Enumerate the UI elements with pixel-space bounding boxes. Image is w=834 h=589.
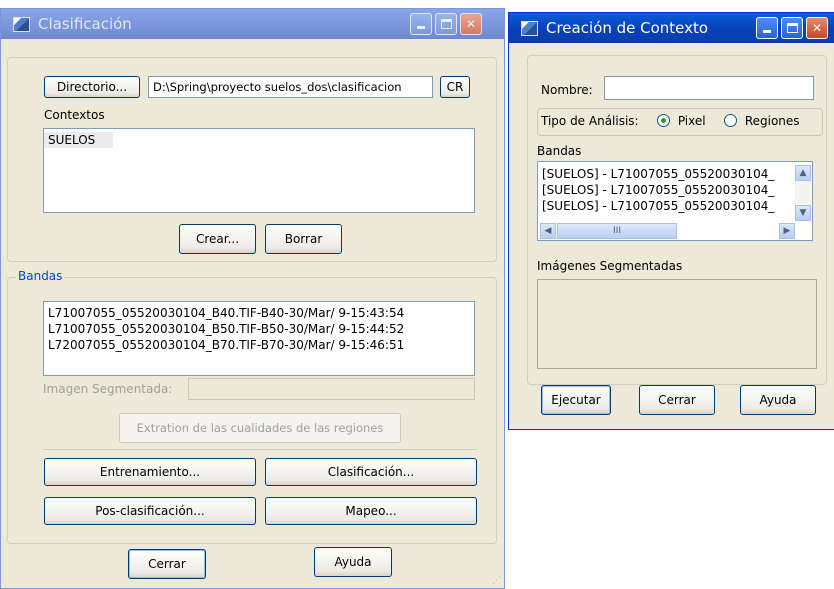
maximize-button[interactable] <box>435 13 457 35</box>
segmented-images-list[interactable] <box>537 279 817 369</box>
contexts-label: Contextos <box>44 108 105 122</box>
close-button[interactable]: Cerrar <box>639 385 715 415</box>
list-item[interactable]: L71007055_05520030104_B40.TIF-B40-30/Mar… <box>44 305 474 321</box>
chevron-up-icon: ▲ <box>799 168 807 178</box>
chevron-left-icon: ◀ <box>544 226 552 236</box>
radio-selected-icon <box>657 114 670 127</box>
close-icon: ✕ <box>465 17 477 31</box>
window-title: Clasificación <box>38 15 132 33</box>
list-item[interactable]: L71007055_05520030104_B50.TIF-B50-30/Mar… <box>44 321 474 337</box>
segmented-images-label: Imágenes Segmentadas <box>537 259 683 273</box>
radio-pixel[interactable]: Pixel <box>657 114 706 128</box>
scroll-right-button[interactable]: ▶ <box>779 223 795 239</box>
list-item[interactable]: [SUELOS] - L71007055_05520030104_ <box>538 198 812 214</box>
minimize-icon <box>417 26 425 29</box>
create-button[interactable]: Crear... <box>179 224 256 254</box>
delete-button[interactable]: Borrar <box>265 224 342 254</box>
directory-button[interactable]: Directorio... <box>44 76 140 98</box>
app-icon <box>13 16 30 32</box>
app-icon <box>521 20 538 36</box>
minimize-button[interactable] <box>756 17 778 39</box>
directory-path-field[interactable]: D:\Spring\proyecto suelos_dos\clasificac… <box>148 76 433 98</box>
maximize-icon <box>786 23 798 33</box>
scroll-down-button[interactable]: ▼ <box>795 205 811 221</box>
close-window-button[interactable]: ✕ <box>806 17 828 39</box>
vertical-scrollbar-track[interactable] <box>795 181 811 205</box>
maximize-icon <box>440 19 452 29</box>
analysis-type-label: Tipo de Análisis: <box>541 114 639 128</box>
minimize-icon <box>763 30 771 33</box>
close-window-button[interactable]: ✕ <box>460 13 482 35</box>
close-button[interactable]: Cerrar <box>128 549 206 579</box>
classification-button[interactable]: Clasificación... <box>265 458 477 486</box>
list-item[interactable]: SUELOS <box>44 132 114 148</box>
list-item[interactable]: L72007055_05520030104_B70.TIF-B70-30/Mar… <box>44 337 474 353</box>
close-icon: ✕ <box>811 21 823 35</box>
training-button[interactable]: Entrenamiento... <box>44 458 256 486</box>
creacion-contexto-window: Creación de Contexto ✕ Nombre: Tipo de A… <box>508 12 834 430</box>
segmented-image-label: Imagen Segmentada: <box>43 382 173 396</box>
radio-regiones[interactable]: Regiones <box>724 114 800 128</box>
clasificacion-titlebar[interactable]: Clasificación ✕ <box>1 9 504 39</box>
minimize-button[interactable] <box>410 13 432 35</box>
horizontal-scroll-thumb[interactable]: III <box>557 223 677 239</box>
contexts-list[interactable]: SUELOS <box>43 128 475 213</box>
chevron-right-icon: ▶ <box>783 226 791 236</box>
list-item[interactable]: [SUELOS] - L71007055_05520030104_ <box>538 182 812 198</box>
bands-list[interactable]: [SUELOS] - L71007055_05520030104_ [SUELO… <box>537 161 813 241</box>
help-button[interactable]: Ayuda <box>740 385 816 415</box>
cr-button[interactable]: CR <box>440 76 470 98</box>
segmented-image-field <box>188 378 475 400</box>
name-label: Nombre: <box>541 83 593 97</box>
bands-label: Bandas <box>537 144 582 158</box>
window-title: Creación de Contexto <box>546 19 709 37</box>
mapping-button[interactable]: Mapeo... <box>265 497 477 525</box>
list-item[interactable]: [SUELOS] - L71007055_05520030104_ <box>538 166 812 182</box>
bands-list[interactable]: L71007055_05520030104_B40.TIF-B40-30/Mar… <box>43 301 475 376</box>
scroll-up-button[interactable]: ▲ <box>795 165 811 181</box>
postclassification-button[interactable]: Pos-clasificación... <box>44 497 256 525</box>
clasificacion-window: Clasificación ✕ Directorio... D:\Spring\… <box>0 8 505 589</box>
maximize-button[interactable] <box>781 17 803 39</box>
bands-label: Bandas <box>16 269 65 283</box>
chevron-down-icon: ▼ <box>799 208 807 218</box>
resize-grip-icon[interactable]: ⋰ <box>492 576 501 586</box>
divider <box>43 449 477 450</box>
help-button[interactable]: Ayuda <box>314 547 392 577</box>
creacion-contexto-titlebar[interactable]: Creación de Contexto ✕ <box>509 13 834 43</box>
scroll-left-button[interactable]: ◀ <box>540 223 556 239</box>
extract-qualities-button: Extration de las cualidades de las regio… <box>119 413 401 443</box>
radio-unselected-icon <box>724 114 737 127</box>
name-field[interactable] <box>604 76 814 100</box>
execute-button[interactable]: Ejecutar <box>541 385 611 415</box>
